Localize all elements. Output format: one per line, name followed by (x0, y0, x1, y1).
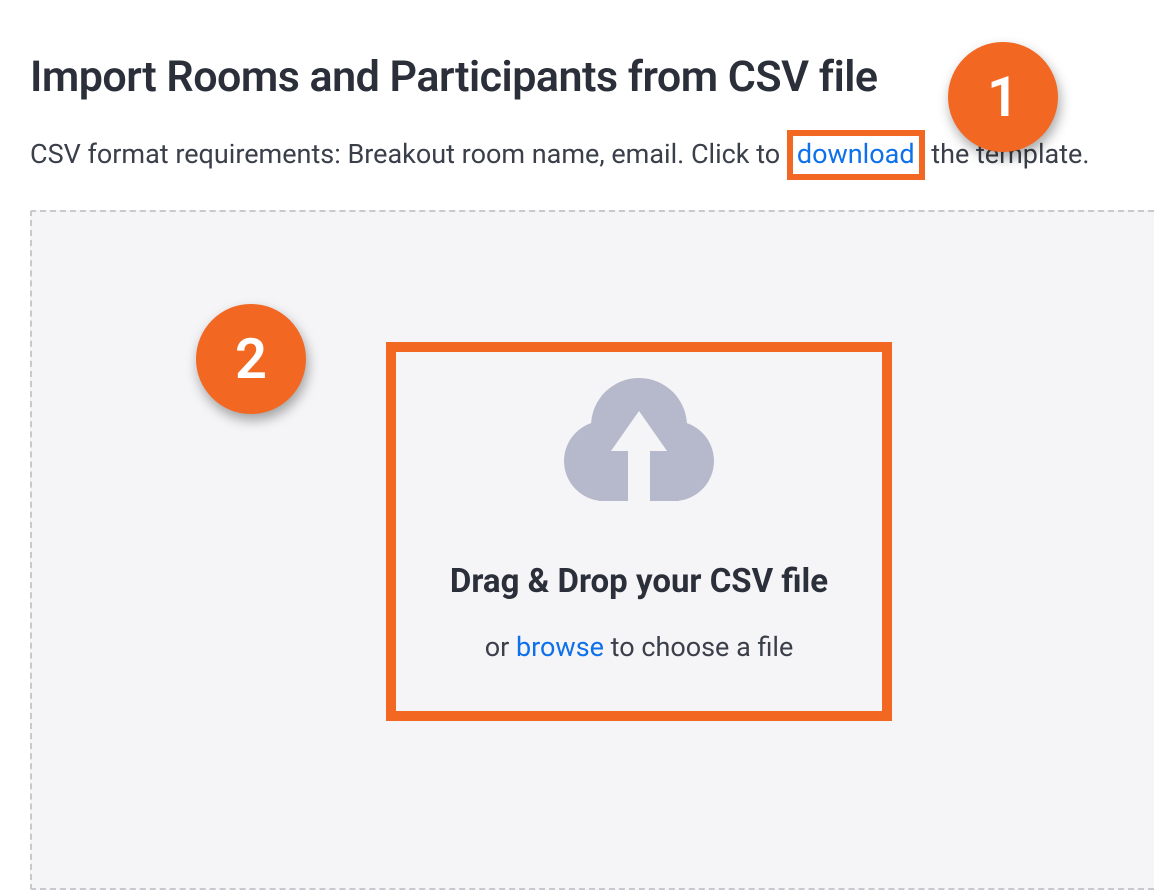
cloud-upload-icon (416, 366, 862, 520)
csv-instructions: CSV format requirements: Breakout room n… (30, 130, 1124, 180)
dropzone-heading: Drag & Drop your CSV file (416, 562, 862, 601)
annotation-badge-1: 1 (948, 42, 1058, 152)
annotation-badge-2: 2 (196, 304, 306, 414)
dropzone-highlight: Drag & Drop your CSV file or browse to c… (386, 342, 892, 721)
browse-link[interactable]: browse (516, 631, 604, 663)
download-template-link[interactable]: download (797, 138, 915, 170)
instructions-prefix: CSV format requirements: Breakout room n… (30, 138, 787, 170)
dropzone-subtext: or browse to choose a file (416, 631, 862, 663)
download-highlight: download (787, 130, 925, 180)
dropzone-sub-suffix: to choose a file (604, 631, 793, 663)
dropzone-sub-prefix: or (485, 631, 516, 663)
dropzone-area[interactable]: Drag & Drop your CSV file or browse to c… (30, 210, 1154, 890)
